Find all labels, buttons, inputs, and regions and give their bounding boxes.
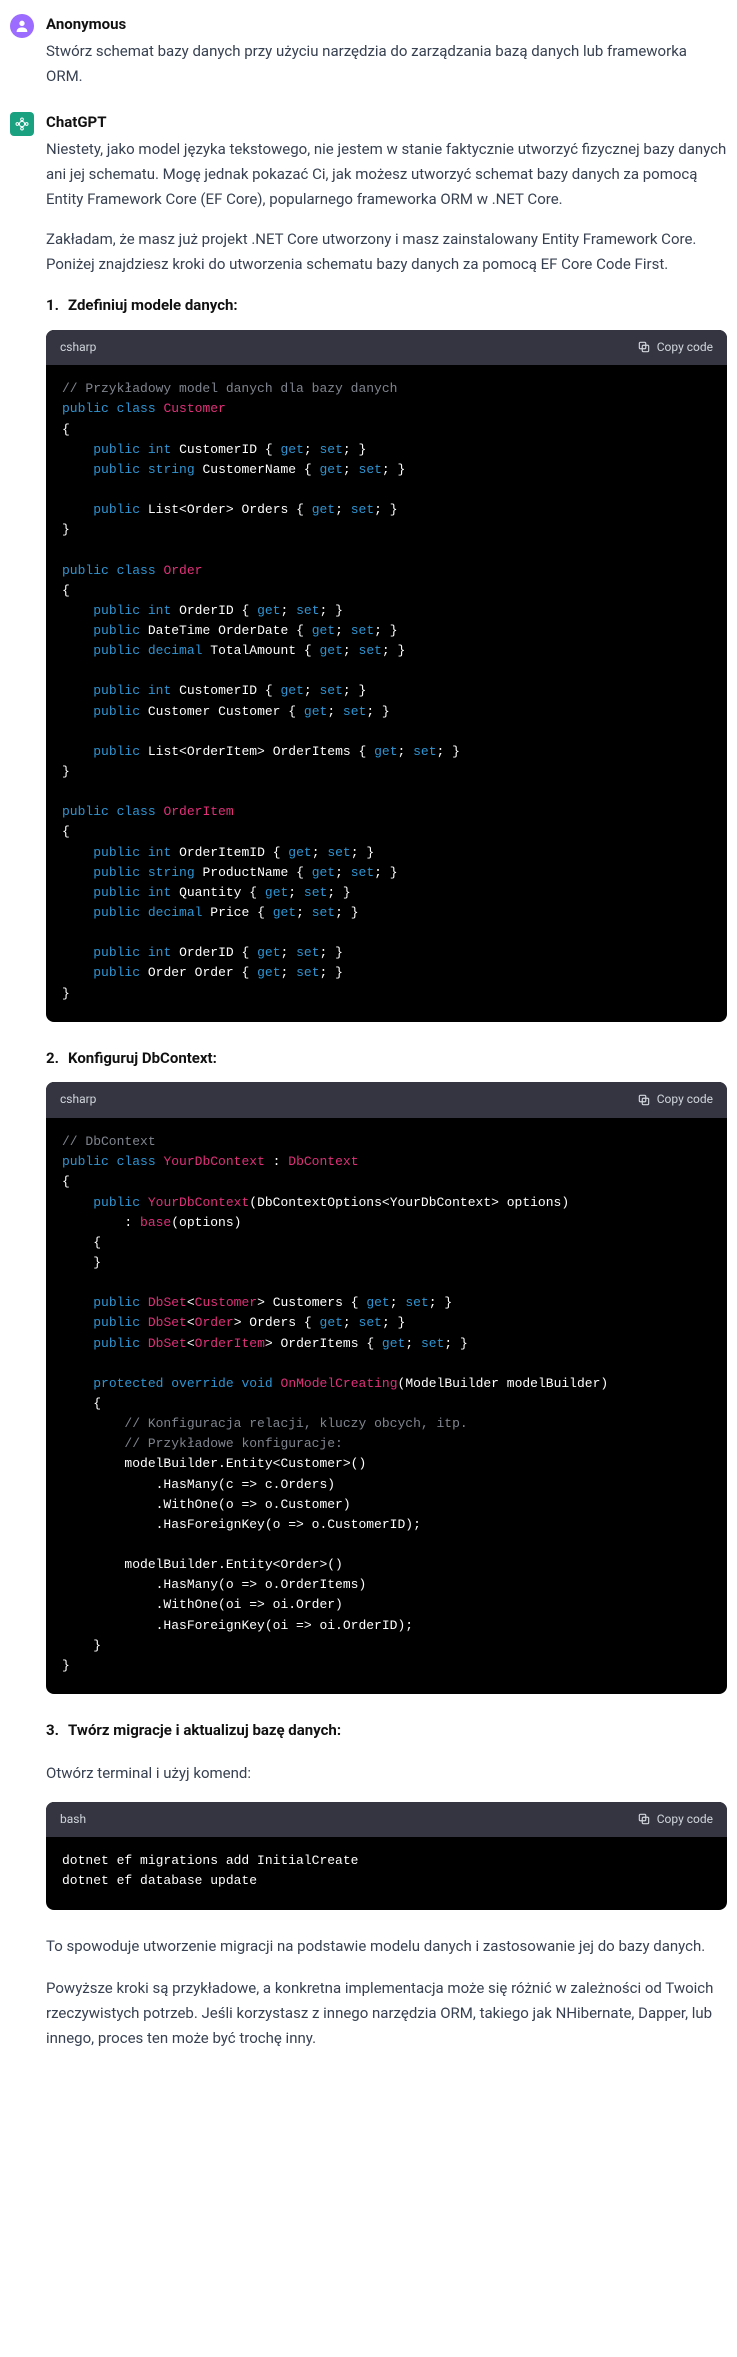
- intro-p1: Niestety, jako model języka tekstowego, …: [46, 137, 727, 211]
- user-avatar-icon: [10, 14, 34, 38]
- code-body-1[interactable]: // Przykładowy model danych dla bazy dan…: [46, 365, 727, 1021]
- copy-code-button-3[interactable]: Copy code: [637, 1810, 713, 1830]
- code-body-2[interactable]: // DbContext public class YourDbContext …: [46, 1118, 727, 1694]
- step-3-title: Twórz migracje i aktualizuj bazę danych:: [68, 1718, 727, 1743]
- step-1-title: Zdefiniuj modele danych:: [68, 293, 727, 318]
- copy-icon: [637, 1812, 651, 1826]
- closing-p1: To spowoduje utworzenie migracji na pods…: [46, 1934, 727, 1959]
- intro-p2: Zakładam, że masz już projekt .NET Core …: [46, 227, 727, 277]
- step-1: Zdefiniuj modele danych: csharp Copy cod…: [68, 293, 727, 1022]
- user-author: Anonymous: [46, 12, 727, 37]
- code-header-1: csharp Copy code: [46, 330, 727, 366]
- user-text: Stwórz schemat bazy danych przy użyciu n…: [46, 39, 727, 89]
- code-block-1: csharp Copy code // Przykładowy model da…: [46, 330, 727, 1022]
- copy-icon: [637, 340, 651, 354]
- open-terminal-text: Otwórz terminal i użyj komend:: [46, 1761, 727, 1786]
- code-block-3: bash Copy code dotnet ef migrations add …: [46, 1802, 727, 1910]
- copy-code-button-2[interactable]: Copy code: [637, 1090, 713, 1110]
- code-block-2: csharp Copy code // DbContext public cla…: [46, 1082, 727, 1694]
- assistant-message: ChatGPT Niestety, jako model języka teks…: [0, 106, 737, 2068]
- user-message: Anonymous Stwórz schemat bazy danych prz…: [0, 8, 737, 106]
- assistant-avatar-icon: [10, 112, 34, 136]
- code-lang-3: bash: [60, 1810, 86, 1830]
- step-2: Konfiguruj DbContext: csharp Copy code /…: [68, 1046, 727, 1694]
- step-3: Twórz migracje i aktualizuj bazę danych:: [68, 1718, 727, 1743]
- copy-icon: [637, 1093, 651, 1107]
- assistant-text: Niestety, jako model języka tekstowego, …: [46, 137, 727, 2051]
- closing-p2: Powyższe kroki są przykładowe, a konkret…: [46, 1976, 727, 2050]
- code-header-3: bash Copy code: [46, 1802, 727, 1838]
- code-lang-2: csharp: [60, 1090, 96, 1110]
- code-body-3[interactable]: dotnet ef migrations add InitialCreate d…: [46, 1837, 727, 1909]
- code-header-2: csharp Copy code: [46, 1082, 727, 1118]
- assistant-author: ChatGPT: [46, 110, 727, 135]
- code-lang-1: csharp: [60, 338, 96, 358]
- copy-code-button-1[interactable]: Copy code: [637, 338, 713, 358]
- step-2-title: Konfiguruj DbContext:: [68, 1046, 727, 1071]
